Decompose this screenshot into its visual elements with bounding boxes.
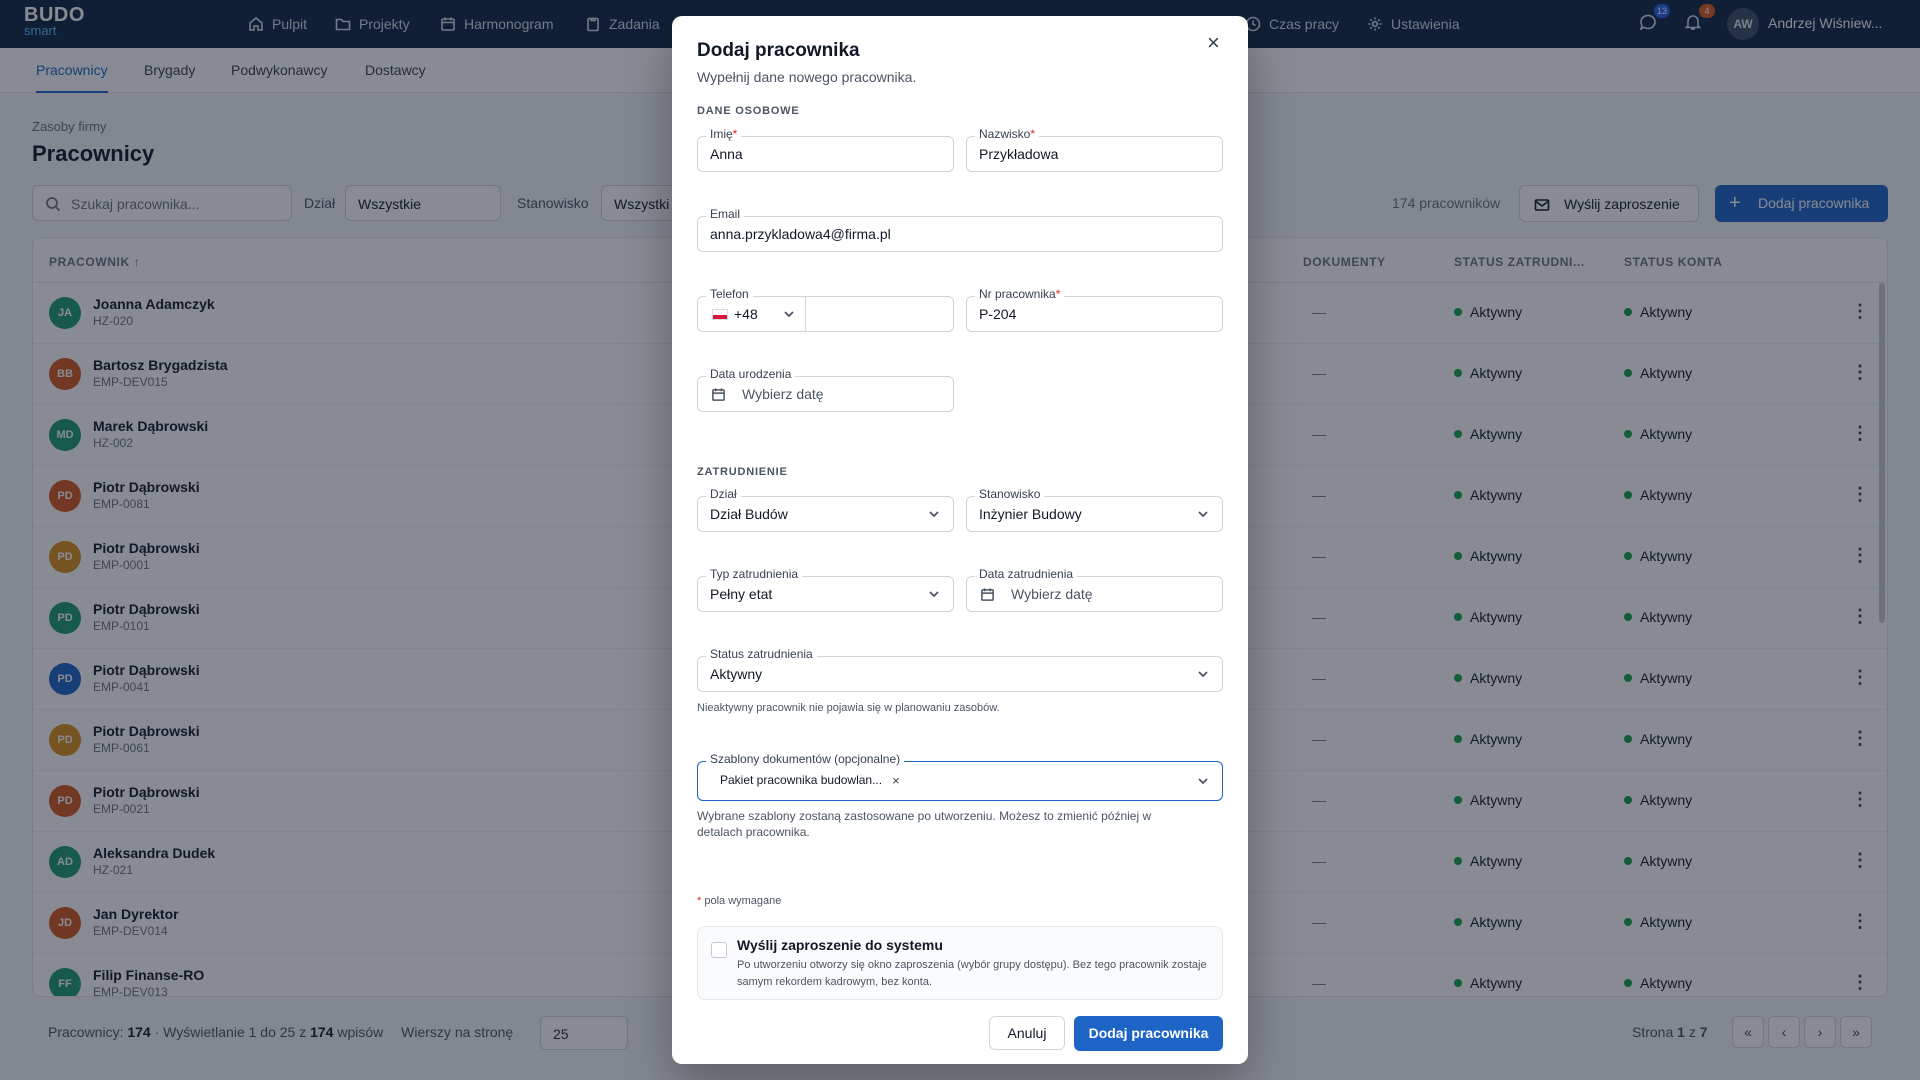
document-templates-hint: Wybrane szablony zostaną zastosowane po … [697, 809, 1152, 839]
calendar-icon [981, 588, 994, 601]
department-select[interactable]: Dział Dział Budów [697, 487, 954, 532]
poland-flag-icon [712, 309, 728, 320]
chevron-down-icon [929, 511, 939, 518]
invite-title: Wyślij zaproszenie do systemu [737, 937, 943, 953]
dialog-subtitle: Wypełnij dane nowego pracownika. [697, 69, 917, 85]
birth-date-placeholder: Wybierz datę [742, 386, 824, 402]
employee-number-label: Nr pracownika* [975, 287, 1065, 301]
employment-type-value: Pełny etat [710, 586, 773, 602]
phone-divider [805, 297, 806, 331]
document-templates-select[interactable]: Szablony dokumentów (opcjonalne) Pakiet … [697, 752, 1223, 801]
position-value: Inżynier Budowy [979, 506, 1082, 522]
template-chip-label: Pakiet pracownika budowlan... [720, 773, 883, 787]
document-templates-label: Szablony dokumentów (opcjonalne) [706, 752, 905, 766]
template-chip: Pakiet pracownika budowlan... × [710, 770, 900, 790]
section-personal: DANE OSOBOWE [697, 105, 800, 117]
employee-number-value: P-204 [979, 306, 1017, 322]
required-marker: * [1055, 287, 1061, 301]
department-value: Dział Budów [710, 506, 788, 522]
last-name-label: Nazwisko* [975, 127, 1040, 141]
position-select[interactable]: Stanowisko Inżynier Budowy [966, 487, 1223, 532]
chevron-down-icon [1198, 671, 1208, 678]
add-employee-dialog: Dodaj pracownika Wypełnij dane nowego pr… [672, 16, 1248, 1064]
required-marker: * [1030, 127, 1036, 141]
required-marker: * [732, 127, 738, 141]
first-name-label-text: Imię [710, 127, 733, 141]
email-value: anna.przykladowa4@firma.pl [710, 226, 891, 242]
department-label: Dział [706, 487, 741, 501]
section-employment: ZATRUDNIENIE [697, 466, 788, 478]
submit-button[interactable]: Dodaj pracownika [1074, 1016, 1223, 1051]
required-note-text: pola wymagane [704, 895, 782, 907]
email-label: Email [706, 207, 745, 221]
remove-chip-icon[interactable]: × [892, 773, 900, 788]
first-name-field[interactable]: Imię* Anna [697, 127, 954, 172]
first-name-label: Imię* [706, 127, 742, 141]
email-field[interactable]: Email anna.przykladowa4@firma.pl [697, 207, 1223, 252]
last-name-value: Przykładowa [979, 146, 1059, 162]
employee-number-label-text: Nr pracownika [979, 287, 1056, 301]
phone-prefix[interactable]: +48 [734, 306, 758, 322]
employment-type-label: Typ zatrudnienia [706, 567, 803, 581]
invite-description: Po utworzeniu otworzy się okno zaproszen… [737, 959, 1207, 988]
chevron-down-icon [1198, 511, 1208, 518]
invite-option[interactable]: Wyślij zaproszenie do systemu Po utworze… [697, 926, 1223, 1000]
birth-date-label: Data urodzenia [706, 367, 796, 381]
employment-status-value: Aktywny [710, 666, 763, 682]
hire-date-placeholder: Wybierz datę [1011, 586, 1093, 602]
last-name-label-text: Nazwisko [979, 127, 1031, 141]
phone-label: Telefon [706, 287, 753, 301]
hire-date-label: Data zatrudnienia [975, 567, 1078, 581]
chevron-down-icon [1198, 778, 1208, 785]
chevron-down-icon [929, 591, 939, 598]
calendar-icon [712, 388, 725, 401]
required-fields-note: * pola wymagane [697, 893, 781, 909]
position-label: Stanowisko [975, 487, 1045, 501]
last-name-field[interactable]: Nazwisko* Przykładowa [966, 127, 1223, 172]
close-icon[interactable]: × [1207, 30, 1220, 56]
employee-number-field[interactable]: Nr pracownika* P-204 [966, 287, 1223, 332]
employment-type-select[interactable]: Typ zatrudnienia Pełny etat [697, 567, 954, 612]
chevron-down-icon[interactable] [782, 307, 796, 321]
required-marker: * [697, 895, 702, 907]
hire-date-field[interactable]: Data zatrudnienia Wybierz datę [966, 567, 1223, 612]
first-name-value: Anna [710, 146, 743, 162]
phone-field[interactable]: Telefon +48 [697, 287, 954, 332]
cancel-button[interactable]: Anuluj [989, 1016, 1065, 1050]
employment-status-label: Status zatrudnienia [706, 647, 817, 661]
dialog-title: Dodaj pracownika [697, 40, 860, 61]
employment-status-hint: Nieaktywny pracownik nie pojawia się w p… [697, 702, 1000, 714]
birth-date-field[interactable]: Data urodzenia Wybierz datę [697, 367, 954, 412]
invite-checkbox[interactable] [711, 942, 727, 958]
employment-status-select[interactable]: Status zatrudnienia Aktywny [697, 647, 1223, 692]
